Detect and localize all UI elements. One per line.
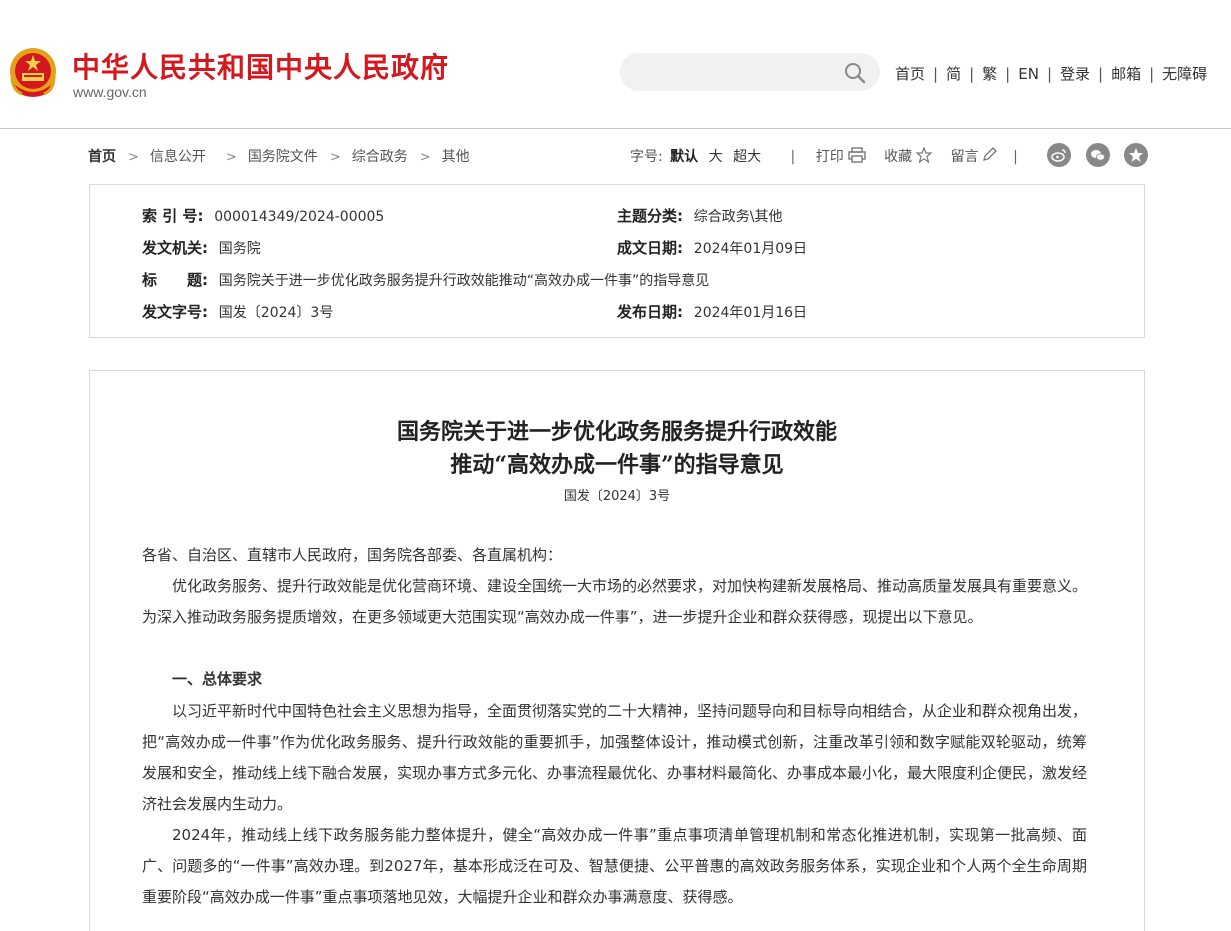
meta-title-row: 标 题: 国务院关于进一步优化政务服务提升行政效能推动“高效办成一件事”的指导意… xyxy=(142,269,709,290)
favorite-button[interactable]: 收藏 xyxy=(884,149,912,165)
breadcrumb-info-public[interactable]: 信息公开 xyxy=(150,149,206,165)
site-url[interactable]: www.gov.cn xyxy=(73,84,147,100)
nav-login-link[interactable]: 登录 xyxy=(1060,65,1090,83)
nav-separator: | xyxy=(1005,65,1011,83)
breadcrumb-state-council-docs[interactable]: 国务院文件 xyxy=(248,149,318,165)
article-title-line2: 推动“高效办成一件事”的指导意见 xyxy=(450,452,784,478)
meta-issuer-row: 发文机关: 国务院 xyxy=(142,237,261,258)
search-icon[interactable] xyxy=(844,62,866,84)
meta-title-label: 标 题: xyxy=(142,271,208,289)
meta-written-date-row: 成文日期: 2024年01月09日 xyxy=(617,237,807,258)
article-body: 国务院关于进一步优化政务服务提升行政效能 推动“高效办成一件事”的指导意见 国发… xyxy=(89,370,1145,931)
nav-separator: | xyxy=(969,65,975,83)
meta-written-date-value: 2024年01月09日 xyxy=(693,241,808,257)
meta-docno-row: 发文字号: 国发〔2024〕3号 xyxy=(142,301,333,322)
national-emblem-icon[interactable] xyxy=(8,46,58,100)
breadcrumb: 首页 > 信息公开 > 国务院文件 > 综合政务 > 其他 xyxy=(88,146,470,166)
nav-separator: | xyxy=(933,65,939,83)
meta-written-date-label: 成文日期: xyxy=(617,239,683,257)
nav-home-link[interactable]: 首页 xyxy=(895,65,925,83)
breadcrumb-bar: 首页 > 信息公开 > 国务院文件 > 综合政务 > 其他 字号: 默认 大 超大 | 打印 收… xyxy=(88,143,1148,168)
pencil-icon[interactable] xyxy=(982,147,997,167)
meta-index-row: 索 引 号: 000014349/2024-00005 xyxy=(142,205,384,226)
chevron-right-icon: > xyxy=(329,150,341,165)
article-salutation: 各省、自治区、直辖市人民政府，国务院各部委、各直属机构： xyxy=(142,546,563,564)
article-tools: 字号: 默认 大 超大 | 打印 收藏 留言 | xyxy=(630,146,1018,167)
nav-accessibility-link[interactable]: 无障碍 xyxy=(1162,65,1207,83)
section-heading: 一、总体要求 xyxy=(172,670,263,688)
meta-docno-label: 发文字号: xyxy=(142,303,208,321)
nav-simplified-link[interactable]: 简 xyxy=(946,65,961,83)
meta-category-row: 主题分类: 综合政务\其他 xyxy=(617,205,783,226)
print-button[interactable]: 打印 xyxy=(816,149,844,165)
font-size-default-button[interactable]: 默认 xyxy=(670,149,698,165)
nav-separator: | xyxy=(1098,65,1104,83)
meta-issuer-value: 国务院 xyxy=(218,241,261,257)
font-size-label: 字号: xyxy=(630,149,663,165)
nav-mail-link[interactable]: 邮箱 xyxy=(1111,65,1141,83)
meta-title-value: 国务院关于进一步优化政务服务提升行政效能推动“高效办成一件事”的指导意见 xyxy=(218,273,710,289)
nav-separator: | xyxy=(1149,65,1155,83)
search-input[interactable] xyxy=(620,53,880,91)
star-outline-icon[interactable] xyxy=(915,146,933,167)
tool-separator: | xyxy=(1013,149,1018,165)
meta-published-date-value: 2024年01月16日 xyxy=(693,305,808,321)
meta-index-value: 000014349/2024-00005 xyxy=(214,209,385,225)
breadcrumb-home[interactable]: 首页 xyxy=(88,149,116,165)
breadcrumb-general-affairs[interactable]: 综合政务 xyxy=(352,149,408,165)
weibo-share-icon[interactable] xyxy=(1047,143,1072,167)
nav-separator: | xyxy=(1046,65,1052,83)
share-buttons xyxy=(1037,143,1148,167)
comment-button[interactable]: 留言 xyxy=(951,149,979,165)
document-metadata: 索 引 号: 000014349/2024-00005 主题分类: 综合政务\其… xyxy=(89,184,1145,338)
chevron-right-icon: > xyxy=(419,150,431,165)
chevron-right-icon: > xyxy=(128,150,139,165)
meta-category-label: 主题分类: xyxy=(617,207,683,225)
printer-icon[interactable] xyxy=(848,147,866,167)
site-title[interactable]: 中华人民共和国中央人民政府 xyxy=(72,46,449,86)
meta-issuer-label: 发文机关: xyxy=(142,239,208,257)
article-paragraph: 优化政务服务、提升行政效能是优化营商环境、建设全国统一大市场的必然要求，对加快构… xyxy=(142,577,1088,626)
meta-index-label: 索 引 号: xyxy=(142,207,204,225)
favorite-share-star-icon[interactable] xyxy=(1124,143,1148,167)
meta-published-date-label: 发布日期: xyxy=(617,303,683,321)
article-title-line1: 国务院关于进一步优化政务服务提升行政效能 xyxy=(396,419,837,445)
top-nav: 首页 | 简 | 繁 | EN | 登录 | 邮箱 | 无障碍 xyxy=(895,63,1207,84)
tool-separator: | xyxy=(790,149,796,165)
breadcrumb-other[interactable]: 其他 xyxy=(442,149,470,165)
nav-traditional-link[interactable]: 繁 xyxy=(982,65,997,83)
wechat-share-icon[interactable] xyxy=(1085,143,1110,167)
chevron-right-icon: > xyxy=(225,150,237,165)
article-doc-number: 国发〔2024〕3号 xyxy=(563,489,671,504)
nav-english-link[interactable]: EN xyxy=(1018,65,1039,83)
site-header: 中华人民共和国中央人民政府 www.gov.cn 首页 | 简 | 繁 | EN | 登录 | 邮箱… xyxy=(0,0,1231,129)
meta-published-date-row: 发布日期: 2024年01月16日 xyxy=(617,301,807,322)
article-paragraph: 以习近平新时代中国特色社会主义思想为指导，全面贯彻落实党的二十大精神，坚持问题导… xyxy=(142,702,1088,813)
font-size-xlarge-button[interactable]: 超大 xyxy=(733,149,761,165)
font-size-large-button[interactable]: 大 xyxy=(709,149,723,165)
meta-docno-value: 国发〔2024〕3号 xyxy=(218,305,334,321)
article-paragraph: 2024年，推动线上线下政务服务能力整体提升，健全“高效办成一件事”重点事项清单… xyxy=(142,826,1087,906)
meta-category-value: 综合政务\其他 xyxy=(693,209,783,225)
